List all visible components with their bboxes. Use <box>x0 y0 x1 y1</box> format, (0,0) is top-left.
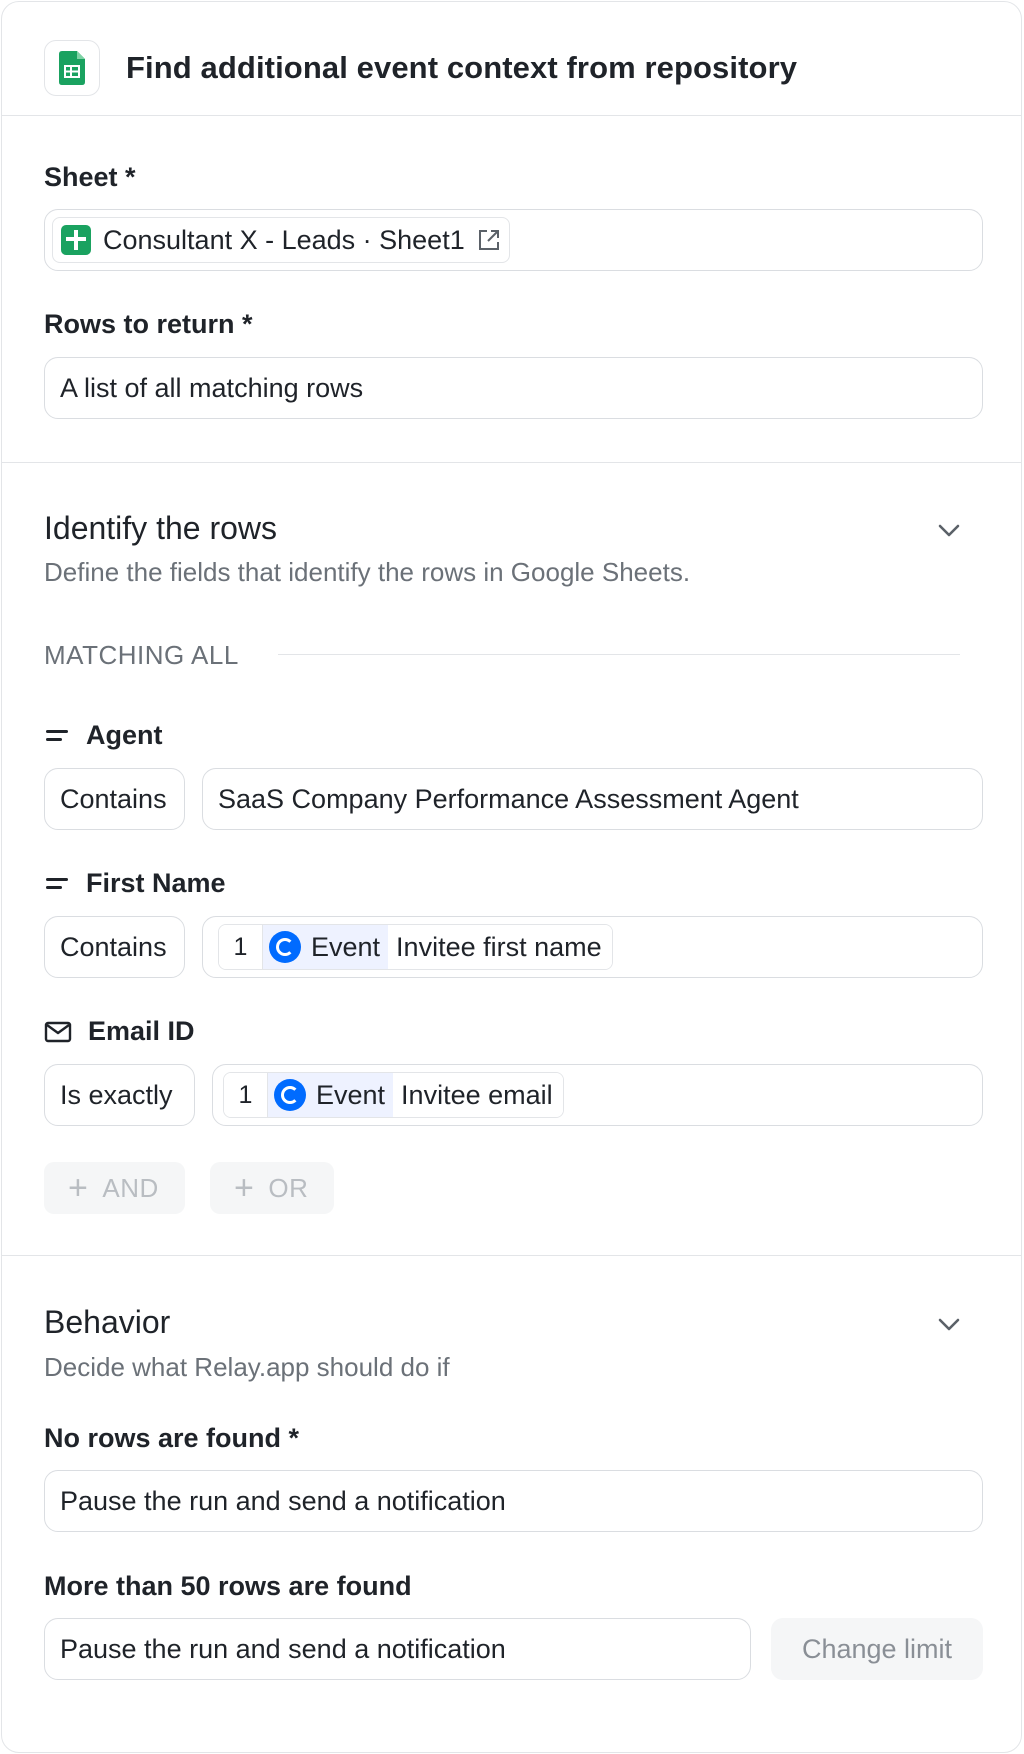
change-limit-button[interactable]: Change limit <box>771 1618 983 1680</box>
google-sheets-icon <box>44 40 100 96</box>
matching-divider <box>278 654 960 655</box>
identify-section-subtitle: Define the fields that identify the rows… <box>44 557 691 587</box>
google-sheets-icon <box>61 225 91 255</box>
condition-field-name: First Name <box>86 868 226 898</box>
page-title: Find additional event context from repos… <box>126 50 798 85</box>
condition-agent-label: Agent <box>44 720 163 751</box>
condition-value-input[interactable]: 1 Event Invitee first name <box>202 916 983 978</box>
section-divider <box>2 462 1021 463</box>
token-app: Event <box>263 925 389 969</box>
no-rows-label: No rows are found * <box>44 1423 300 1453</box>
token-field-label: Invitee first name <box>388 925 612 969</box>
panel-header: Find additional event context from repos… <box>2 2 1021 116</box>
variable-token[interactable]: 1 Event Invitee first name <box>218 924 613 970</box>
token-step-number: 1 <box>219 925 263 969</box>
plus-icon: + <box>68 1169 89 1207</box>
token-app-label: Event <box>311 931 381 962</box>
equals-icon <box>44 727 70 745</box>
condition-operator-select[interactable]: Contains <box>44 768 185 830</box>
add-and-condition-button[interactable]: + AND <box>44 1162 185 1214</box>
condition-first-name-label: First Name <box>44 868 226 899</box>
token-app: Event <box>268 1073 394 1117</box>
token-step-number: 1 <box>224 1073 268 1117</box>
token-field-label: Invitee email <box>393 1073 563 1117</box>
condition-operator-select[interactable]: Contains <box>44 916 185 978</box>
condition-value-input[interactable]: 1 Event Invitee email <box>212 1064 983 1126</box>
behavior-section-title: Behavior <box>44 1304 171 1340</box>
condition-field-name: Agent <box>86 720 163 750</box>
plus-icon: + <box>234 1169 255 1207</box>
identify-section-title: Identify the rows <box>44 510 277 546</box>
section-divider <box>2 1255 1021 1256</box>
sheet-chip-label: Consultant X - Leads · Sheet1 <box>103 224 465 255</box>
chevron-down-icon[interactable] <box>938 524 960 538</box>
sheet-label: Sheet * <box>44 162 136 192</box>
add-or-label: OR <box>268 1172 309 1203</box>
variable-token[interactable]: 1 Event Invitee email <box>223 1072 564 1118</box>
condition-operator-select[interactable]: Is exactly <box>44 1064 195 1126</box>
rows-to-return-label: Rows to return * <box>44 309 253 339</box>
step-config-panel: Find additional event context from repos… <box>1 1 1022 1753</box>
more-rows-label: More than 50 rows are found <box>44 1571 412 1601</box>
condition-email-label: Email ID <box>44 1016 195 1047</box>
equals-icon <box>44 875 70 893</box>
external-link-icon[interactable] <box>477 228 501 252</box>
add-or-condition-button[interactable]: + OR <box>210 1162 335 1214</box>
calendly-icon <box>269 931 301 963</box>
mail-icon <box>44 1021 72 1042</box>
condition-value-input[interactable]: SaaS Company Performance Assessment Agen… <box>202 768 983 830</box>
condition-field-name: Email ID <box>88 1016 195 1046</box>
no-rows-behavior-select[interactable]: Pause the run and send a notification <box>44 1470 983 1532</box>
behavior-section-subtitle: Decide what Relay.app should do if <box>44 1352 450 1382</box>
more-rows-behavior-select[interactable]: Pause the run and send a notification <box>44 1618 751 1680</box>
chevron-down-icon[interactable] <box>938 1318 960 1332</box>
calendly-icon <box>274 1079 306 1111</box>
matching-all-label: MATCHING ALL <box>44 640 239 670</box>
token-app-label: Event <box>316 1079 386 1110</box>
sheet-select[interactable]: Consultant X - Leads · Sheet1 <box>44 209 983 271</box>
sheet-chip[interactable]: Consultant X - Leads · Sheet1 <box>52 217 510 263</box>
add-and-label: AND <box>102 1172 159 1203</box>
rows-to-return-select[interactable]: A list of all matching rows <box>44 357 983 419</box>
